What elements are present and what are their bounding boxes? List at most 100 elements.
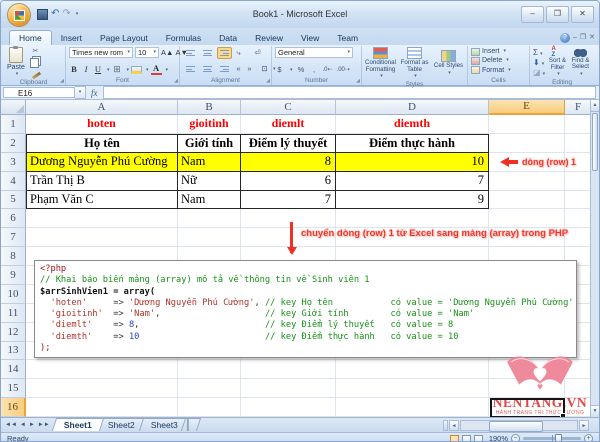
clipboard-dialog-launcher-icon[interactable]: ◢ <box>60 78 64 84</box>
conditional-formatting-button[interactable]: Conditional Formatting▾ <box>365 47 396 80</box>
cell-B2[interactable]: Giới tính <box>178 134 241 153</box>
cell-E2[interactable] <box>489 134 565 153</box>
cell-A3[interactable]: Dương Nguyễn Phú Cường <box>26 153 178 172</box>
cell-D2[interactable]: Điểm thực hành <box>336 134 489 153</box>
align-bottom-icon[interactable] <box>217 47 232 59</box>
vertical-scroll-thumb[interactable] <box>592 113 598 171</box>
zoom-slider[interactable] <box>523 437 581 440</box>
cell-A15[interactable] <box>26 379 178 398</box>
normal-view-icon[interactable] <box>450 435 459 442</box>
cell-C3[interactable]: 8 <box>241 153 336 172</box>
column-header-B[interactable]: B <box>178 100 241 115</box>
tab-team[interactable]: Team <box>328 31 367 45</box>
cell-E5[interactable] <box>489 191 565 210</box>
cell-B14[interactable] <box>178 360 241 379</box>
row-header-7[interactable]: 7 <box>1 228 26 247</box>
decrease-indent-icon[interactable]: « <box>234 64 243 74</box>
font-name-combo[interactable]: Times new rom▾ <box>69 47 133 58</box>
row-header-15[interactable]: 15 <box>1 379 26 398</box>
format-cells-button[interactable]: Format▾ <box>471 66 526 75</box>
insert-cells-button[interactable]: Insert▾ <box>471 47 526 56</box>
cell-B15[interactable] <box>178 379 241 398</box>
cell-C1[interactable]: diemlt <box>241 115 336 134</box>
paste-button[interactable]: Paste ▾ <box>5 47 27 78</box>
row-header-10[interactable]: 10 <box>1 285 26 304</box>
increase-indent-icon[interactable]: » <box>245 64 254 74</box>
orientation-icon[interactable]: ⤷ <box>234 48 243 58</box>
maximize-button[interactable]: ❐ <box>546 6 569 23</box>
cell-A16[interactable] <box>26 398 178 417</box>
align-top-icon[interactable] <box>183 47 198 59</box>
insert-function-icon[interactable]: fx <box>91 88 98 98</box>
cell-F2[interactable] <box>565 134 592 153</box>
name-box-dropdown-icon[interactable]: ▾ <box>75 86 86 99</box>
column-header-A[interactable]: A <box>26 100 178 115</box>
cell-F5[interactable] <box>565 191 592 210</box>
align-middle-icon[interactable] <box>200 47 215 59</box>
tab-page-layout[interactable]: Page Layout <box>91 31 157 45</box>
row-header-6[interactable]: 6 <box>1 209 26 228</box>
office-button-icon[interactable] <box>7 3 31 27</box>
borders-icon[interactable]: ⊞ <box>112 64 123 75</box>
merge-center-icon[interactable]: ⊡ <box>260 64 269 74</box>
cell-A7[interactable] <box>26 228 178 247</box>
cell-A6[interactable] <box>26 209 178 228</box>
column-header-E[interactable]: E <box>489 100 565 115</box>
cell-D5[interactable]: 9 <box>336 191 489 210</box>
number-format-combo[interactable]: General▾ <box>275 47 353 58</box>
prev-sheet-icon[interactable]: ◄ <box>19 419 27 431</box>
vertical-scrollbar[interactable]: ▲ ▼ <box>590 100 599 417</box>
cell-C5[interactable]: 7 <box>241 191 336 210</box>
page-break-view-icon[interactable] <box>474 435 483 442</box>
cell-E1[interactable] <box>489 115 565 134</box>
copy-icon[interactable] <box>30 58 39 68</box>
first-sheet-icon[interactable]: ◄◄ <box>4 419 18 431</box>
font-color-icon[interactable]: A <box>151 64 162 75</box>
accounting-format-icon[interactable]: $ <box>275 65 284 75</box>
close-button[interactable]: ✕ <box>571 6 594 23</box>
cell-B4[interactable]: Nữ <box>178 172 241 191</box>
sort-filter-button[interactable]: AZ Sort & Filter▾ <box>548 47 567 78</box>
cell-F4[interactable] <box>565 172 592 191</box>
help-icon[interactable]: ? <box>560 33 570 43</box>
row-header-12[interactable]: 12 <box>1 323 26 342</box>
alignment-dialog-launcher-icon[interactable]: ◢ <box>266 78 270 84</box>
column-header-C[interactable]: C <box>241 100 336 115</box>
cell-D3[interactable]: 10 <box>336 153 489 172</box>
cell-C15[interactable] <box>241 379 336 398</box>
cell-C14[interactable] <box>241 360 336 379</box>
cell-F1[interactable] <box>565 115 592 134</box>
format-as-table-button[interactable]: Format as Table▾ <box>399 47 430 80</box>
align-right-icon[interactable] <box>217 63 232 75</box>
tab-view[interactable]: View <box>292 31 328 45</box>
autosum-icon[interactable]: Σ▾ <box>533 48 545 57</box>
cell-D6[interactable] <box>336 209 489 228</box>
row-header-1[interactable]: 1 <box>1 115 26 134</box>
cell-B1[interactable]: gioitinh <box>178 115 241 134</box>
next-sheet-icon[interactable]: ► <box>28 419 36 431</box>
cell-A2[interactable]: Họ tên <box>26 134 178 153</box>
number-dialog-launcher-icon[interactable]: ◢ <box>356 78 360 84</box>
horizontal-scrollbar[interactable]: ◄ ► <box>443 418 599 432</box>
cell-styles-button[interactable]: Cell Styles▾ <box>433 47 464 80</box>
fill-color-icon[interactable] <box>131 66 142 74</box>
zoom-in-icon[interactable]: + <box>584 434 593 442</box>
row-header-4[interactable]: 4 <box>1 172 26 191</box>
redo-icon[interactable]: ↷ <box>62 9 70 19</box>
name-box[interactable]: E16 <box>3 87 75 98</box>
clear-icon[interactable]: ◪▾ <box>533 68 545 77</box>
scroll-left-icon[interactable]: ◄ <box>449 420 459 431</box>
scroll-down-icon[interactable]: ▼ <box>591 405 599 417</box>
row-header-3[interactable]: 3 <box>1 153 26 172</box>
percent-style-icon[interactable]: % <box>297 65 306 75</box>
horizontal-scroll-thumb[interactable] <box>489 421 543 432</box>
cell-B7[interactable] <box>178 228 241 247</box>
row-header-9[interactable]: 9 <box>1 266 26 285</box>
cell-F6[interactable] <box>565 209 592 228</box>
fill-icon[interactable]: ⬇▾ <box>533 58 545 67</box>
cell-D1[interactable]: diemth <box>336 115 489 134</box>
increase-decimal-icon[interactable]: .0⇠ <box>323 65 333 75</box>
page-layout-view-icon[interactable] <box>462 435 471 442</box>
cell-B16[interactable] <box>178 398 241 417</box>
row-header-2[interactable]: 2 <box>1 134 26 153</box>
